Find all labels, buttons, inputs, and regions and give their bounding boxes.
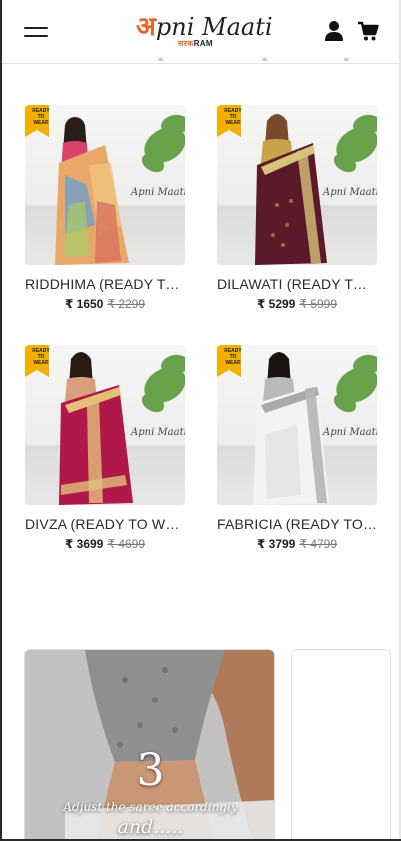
product-name[interactable]: FABRICIA (READY TO WEAR) [217, 516, 377, 533]
story-step-number: 3 [136, 745, 165, 796]
product-card[interactable]: READY TO WEAR Apni Maati RIDDHIMA (READY T… [25, 105, 185, 312]
product-price: ₹ 3699 ₹ 4699 [25, 537, 185, 552]
product-image[interactable]: READY TO WEAR Apni Maati [217, 105, 377, 265]
site-header: अpni Maati सरकRAM [0, 0, 401, 64]
product-image[interactable]: READY TO WEAR Apni Maati [217, 345, 377, 505]
ready-to-wear-badge-label: READY TO WEAR [29, 348, 53, 366]
original-price: ₹ 4799 [299, 537, 338, 551]
product-price: ₹ 3799 ₹ 4799 [217, 537, 377, 552]
badge-line: WEAR [33, 120, 49, 126]
logo-subtext: सरकRAM [178, 38, 213, 49]
story-caption: Adjust the saree accordingly [63, 800, 238, 814]
image-watermark: Apni Maati [323, 427, 377, 438]
product-name[interactable]: RIDDHIMA (READY TO WEAR) [25, 276, 185, 293]
logo-sub-text: RAM [193, 39, 213, 48]
user-icon[interactable] [325, 20, 343, 42]
logo-text: pni Maati [155, 13, 273, 41]
badge-line: WEAR [225, 360, 241, 366]
product-name[interactable]: DIVZA (READY TO WEAR) [25, 516, 185, 533]
frame-left-border [0, 0, 2, 841]
hamburger-menu-icon[interactable] [24, 24, 50, 40]
sale-price: ₹ 3799 [256, 537, 296, 551]
next-video-card[interactable] [291, 649, 391, 841]
sale-price: ₹ 1650 [64, 297, 104, 311]
sale-price: ₹ 3699 [64, 537, 104, 551]
ready-to-wear-badge-label: READY TO WEAR [221, 348, 245, 366]
image-watermark: Apni Maati [131, 187, 185, 198]
logo-first-letter: अ [136, 12, 156, 42]
product-price: ₹ 5299 ₹ 5999 [217, 297, 377, 312]
sale-price: ₹ 5299 [256, 297, 296, 311]
product-image[interactable]: READY TO WEAR Apni Maati [25, 105, 185, 265]
story-more-text: and..... [117, 816, 184, 838]
product-card[interactable]: READY TO WEAR Apni Maati DIVZA (READY TO W… [25, 345, 185, 552]
ready-to-wear-badge-label: READY TO WEAR [221, 108, 245, 126]
badge-line: WEAR [33, 360, 49, 366]
product-name[interactable]: DILAWATI (READY TO WEAR) [217, 276, 377, 293]
product-price: ₹ 1650 ₹ 2299 [25, 297, 185, 312]
image-watermark: Apni Maati [323, 187, 377, 198]
how-to-drape-video-card[interactable]: 3 Adjust the saree accordingly and..... [24, 649, 275, 841]
menu-line-bottom [24, 35, 48, 37]
product-card[interactable]: READY TO WEAR Apni Maati DILAWATI (READY T… [217, 105, 377, 312]
original-price: ₹ 5999 [299, 297, 338, 311]
scrolled-content-remnant [0, 54, 401, 64]
menu-line-top [24, 27, 48, 29]
badge-line: WEAR [225, 120, 241, 126]
cart-icon[interactable] [357, 20, 379, 42]
brand-logo[interactable]: अpni Maati सरकRAM [136, 12, 273, 52]
product-image[interactable]: READY TO WEAR Apni Maati [25, 345, 185, 505]
product-card[interactable]: READY TO WEAR Apni Maati FABRICIA (READY T… [217, 345, 377, 552]
logo-sub-accent: सरक [178, 39, 194, 48]
ready-to-wear-badge-label: READY TO WEAR [29, 108, 53, 126]
original-price: ₹ 2299 [107, 297, 146, 311]
image-watermark: Apni Maati [131, 427, 185, 438]
original-price: ₹ 4699 [107, 537, 146, 551]
